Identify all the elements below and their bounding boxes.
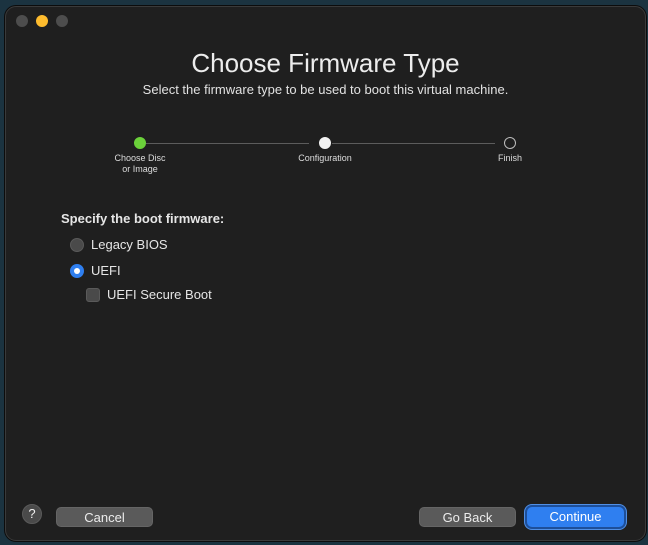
step-connector xyxy=(332,143,495,144)
uefi-secure-boot-label: UEFI Secure Boot xyxy=(107,287,212,302)
progress-steps: Choose Disc or Image Configuration Finis… xyxy=(6,135,645,185)
uefi-secure-boot-option[interactable]: UEFI Secure Boot xyxy=(86,287,212,302)
step-label-finish: Finish xyxy=(497,153,522,163)
close-window-button[interactable] xyxy=(16,15,28,27)
step-label-configuration: Configuration xyxy=(298,153,352,163)
legacy-bios-label: Legacy BIOS xyxy=(91,237,168,252)
continue-button[interactable]: Continue xyxy=(527,507,624,527)
step-connector xyxy=(146,143,309,144)
uefi-secure-boot-checkbox[interactable] xyxy=(86,287,100,302)
dialog-title: Choose Firmware Type xyxy=(191,48,460,78)
dialog-subtitle: Select the firmware type to be used to b… xyxy=(142,82,509,97)
help-button[interactable]: ? xyxy=(22,504,42,524)
firmware-dialog-window: Choose Firmware Type Select the firmware… xyxy=(5,6,646,541)
step-label-line: or Image xyxy=(122,164,158,174)
go-back-button[interactable]: Go Back xyxy=(419,507,516,527)
boot-firmware-label: Specify the boot firmware: xyxy=(61,211,225,226)
zoom-window-button[interactable] xyxy=(56,15,68,27)
step-indicator-current xyxy=(319,137,331,149)
step-label-choose-disc: Choose Disc or Image xyxy=(95,153,185,175)
cancel-button[interactable]: Cancel xyxy=(56,507,153,527)
step-indicator-done xyxy=(134,137,146,149)
uefi-option[interactable]: UEFI xyxy=(70,263,121,278)
uefi-radio[interactable] xyxy=(70,263,84,278)
window-controls xyxy=(16,15,68,27)
legacy-bios-option[interactable]: Legacy BIOS xyxy=(70,237,168,252)
step-label-line: Choose Disc xyxy=(114,153,166,163)
uefi-label: UEFI xyxy=(91,263,121,278)
step-indicator-todo xyxy=(504,137,516,149)
legacy-bios-radio[interactable] xyxy=(70,237,84,252)
minimize-window-button[interactable] xyxy=(36,15,48,27)
